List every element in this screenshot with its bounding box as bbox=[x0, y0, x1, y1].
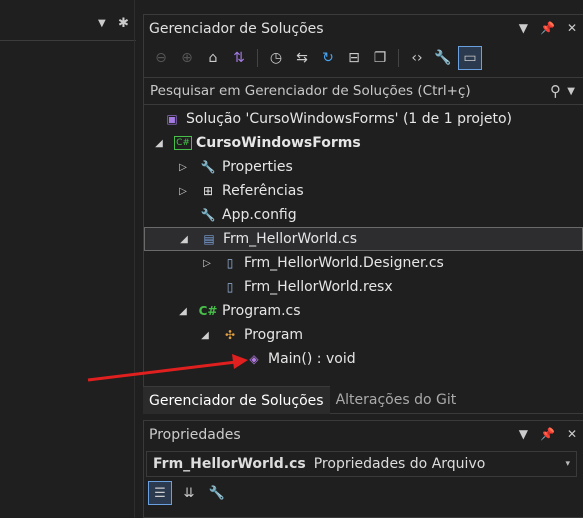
expanded-arrow-icon[interactable]: ◢ bbox=[176, 306, 190, 317]
tree-item-properties[interactable]: ▷ 🔧 Properties bbox=[144, 155, 583, 179]
tree-item-label: Frm_HellorWorld.cs bbox=[223, 231, 357, 247]
tree-item-designer[interactable]: ▷ ▯ Frm_HellorWorld.Designer.cs bbox=[144, 251, 583, 275]
tree-item-solution[interactable]: ▣ Solução 'CursoWindowsForms' (1 de 1 pr… bbox=[144, 107, 583, 131]
pending-changes-filter-icon[interactable]: ◷ bbox=[265, 47, 287, 69]
left-pane bbox=[0, 0, 143, 518]
panel-title: Gerenciador de Soluções bbox=[149, 21, 324, 37]
search-options-chevron-icon[interactable]: ▼ bbox=[567, 86, 575, 97]
search-box[interactable]: Pesquisar em Gerenciador de Soluções (Ct… bbox=[144, 77, 583, 105]
pane-divider[interactable] bbox=[134, 0, 135, 518]
config-file-icon: 🔧 bbox=[200, 208, 216, 222]
solution-explorer-panel: Gerenciador de Soluções ▼ 📌 ✕ ⊖ ⊕ ⌂ ⇅ ◷ … bbox=[143, 14, 583, 414]
tree-item-label: CursoWindowsForms bbox=[196, 135, 361, 151]
property-pages-icon[interactable]: 🔧 bbox=[206, 482, 228, 504]
resource-file-icon: ▯ bbox=[226, 280, 234, 294]
left-pane-header: ▼ ✱ bbox=[0, 14, 136, 41]
tree-item-program-class[interactable]: ◢ ✣ Program bbox=[144, 323, 583, 347]
collapse-all-icon[interactable]: ⊟ bbox=[343, 47, 365, 69]
properties-toolbar: ☰ ⇊ 🔧 bbox=[148, 479, 228, 507]
properties-panel: Propriedades ▼ 📌 ✕ Frm_HellorWorld.cs Pr… bbox=[143, 420, 583, 518]
tree-item-project[interactable]: ◢ C# CursoWindowsForms bbox=[144, 131, 583, 155]
references-icon: ⊞ bbox=[202, 184, 214, 198]
object-type: Propriedades do Arquivo bbox=[313, 456, 486, 472]
tree-item-label: App.config bbox=[222, 207, 297, 223]
tree-item-label: Properties bbox=[222, 159, 293, 175]
solution-explorer-toolbar: ⊖ ⊕ ⌂ ⇅ ◷ ⇆ ↻ ⊟ ❐ ‹› 🔧 ▭ bbox=[144, 43, 583, 73]
class-icon: ✣ bbox=[224, 328, 236, 342]
tree-item-app-config[interactable]: 🔧 App.config bbox=[144, 203, 583, 227]
close-icon[interactable]: ✕ bbox=[567, 427, 577, 441]
form-icon: ▤ bbox=[203, 232, 215, 246]
tree-item-label: Program bbox=[244, 327, 304, 343]
solution-explorer-titlebar: Gerenciador de Soluções ▼ 📌 ✕ bbox=[144, 15, 583, 43]
properties-titlebar: Propriedades ▼ 📌 ✕ bbox=[144, 421, 583, 449]
pin-icon[interactable]: 📌 bbox=[540, 427, 555, 441]
tree-item-label: Program.cs bbox=[222, 303, 301, 319]
forward-icon[interactable]: ⊕ bbox=[176, 47, 198, 69]
object-name: Frm_HellorWorld.cs bbox=[153, 456, 306, 472]
solution-tree: ▣ Solução 'CursoWindowsForms' (1 de 1 pr… bbox=[144, 107, 583, 397]
tree-item-program-cs[interactable]: ◢ C# Program.cs bbox=[144, 299, 583, 323]
collapsed-arrow-icon[interactable]: ▷ bbox=[200, 258, 214, 269]
search-icon[interactable]: ⚲ bbox=[550, 82, 561, 100]
back-icon[interactable]: ⊖ bbox=[150, 47, 172, 69]
tree-item-label: Solução 'CursoWindowsForms' (1 de 1 proj… bbox=[186, 111, 513, 127]
tree-item-label: Frm_HellorWorld.resx bbox=[244, 279, 393, 295]
expanded-arrow-icon[interactable]: ◢ bbox=[198, 330, 212, 341]
window-position-icon[interactable]: ▼ bbox=[519, 427, 528, 441]
properties-icon[interactable]: 🔧 bbox=[432, 47, 454, 69]
close-icon[interactable]: ✕ bbox=[567, 21, 577, 35]
home-icon[interactable]: ⌂ bbox=[202, 47, 224, 69]
tree-item-label: Referências bbox=[222, 183, 304, 199]
tree-item-references[interactable]: ▷ ⊞ Referências bbox=[144, 179, 583, 203]
panel-title: Propriedades bbox=[149, 427, 241, 443]
solution-icon: ▣ bbox=[166, 112, 178, 126]
collapsed-arrow-icon[interactable]: ▷ bbox=[176, 186, 190, 197]
tree-item-label: Main() : void bbox=[268, 351, 356, 367]
tree-item-main-method[interactable]: ◈ Main() : void bbox=[144, 347, 583, 371]
categorized-icon[interactable]: ☰ bbox=[148, 481, 172, 505]
pin-icon[interactable]: 📌 bbox=[540, 21, 555, 35]
preview-selected-items-icon[interactable]: ▭ bbox=[458, 46, 482, 70]
tab-solution-explorer[interactable]: Gerenciador de Soluções bbox=[143, 386, 330, 414]
view-code-icon[interactable]: ‹› bbox=[406, 47, 428, 69]
refresh-icon[interactable]: ↻ bbox=[317, 47, 339, 69]
search-placeholder: Pesquisar em Gerenciador de Soluções (Ct… bbox=[150, 83, 471, 99]
tree-item-resx[interactable]: ▯ Frm_HellorWorld.resx bbox=[144, 275, 583, 299]
tree-item-form[interactable]: ◢ ▤ Frm_HellorWorld.cs bbox=[144, 227, 583, 251]
csharp-file-icon: C# bbox=[198, 304, 218, 318]
tree-item-label: Frm_HellorWorld.Designer.cs bbox=[244, 255, 444, 271]
object-selector[interactable]: Frm_HellorWorld.cs Propriedades do Arqui… bbox=[146, 451, 577, 477]
csharp-project-icon: C# bbox=[174, 136, 192, 150]
gear-icon[interactable]: ✱ bbox=[118, 16, 129, 31]
switch-views-icon[interactable]: ⇅ bbox=[228, 47, 250, 69]
chevron-down-icon[interactable]: ▾ bbox=[565, 459, 570, 469]
tab-git-changes[interactable]: Alterações do Git bbox=[330, 386, 463, 414]
alphabetical-icon[interactable]: ⇊ bbox=[178, 482, 200, 504]
method-icon: ◈ bbox=[249, 352, 259, 366]
dropdown-icon[interactable]: ▼ bbox=[98, 18, 106, 29]
collapsed-arrow-icon[interactable]: ▷ bbox=[176, 162, 190, 173]
show-all-files-icon[interactable]: ❐ bbox=[369, 47, 391, 69]
sync-active-document-icon[interactable]: ⇆ bbox=[291, 47, 313, 69]
expanded-arrow-icon[interactable]: ◢ bbox=[152, 138, 166, 149]
wrench-icon: 🔧 bbox=[200, 160, 216, 174]
file-icon: ▯ bbox=[226, 256, 234, 270]
explorer-tab-strip: Gerenciador de Soluções Alterações do Gi… bbox=[143, 386, 583, 414]
window-position-icon[interactable]: ▼ bbox=[519, 21, 528, 35]
expanded-arrow-icon[interactable]: ◢ bbox=[177, 234, 191, 245]
